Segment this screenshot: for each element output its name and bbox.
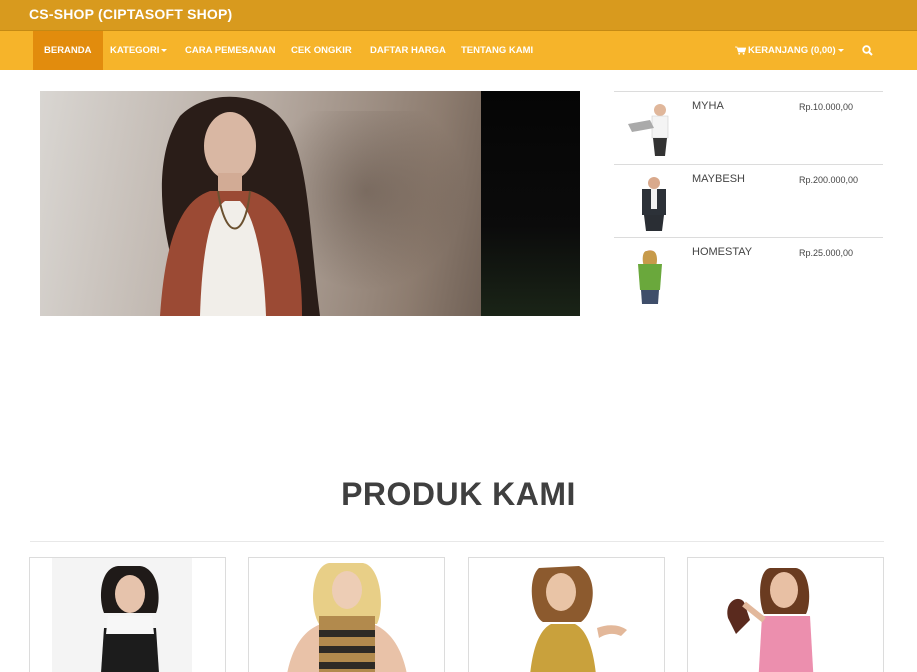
nav-beranda-label: BERANDA [44, 45, 92, 56]
product-name[interactable]: MYHA [692, 100, 724, 112]
nav-cek-ongkir[interactable]: CEK ONGKIR [291, 31, 352, 70]
nav-kategori[interactable]: KATEGORI [110, 31, 168, 70]
product-price: Rp.10.000,00 [799, 102, 854, 112]
cart-label: KERANJANG (0,00) [748, 45, 836, 56]
nav-beranda[interactable]: BERANDA [33, 31, 103, 70]
product-card[interactable] [29, 557, 226, 672]
product-name[interactable]: HOMESTAY [692, 246, 752, 258]
product-price: Rp.200.000,00 [799, 175, 859, 185]
product-price: Rp.25.000,00 [799, 248, 854, 258]
cart-dropdown[interactable]: KERANJANG (0,00) [735, 31, 844, 70]
chevron-down-icon [161, 48, 168, 52]
section-title: PRODUK KAMI [341, 476, 576, 512]
nav-cara-pemesanan[interactable]: CARA PEMESANAN [185, 31, 275, 70]
nav-cara-pemesanan-label: CARA PEMESANAN [185, 45, 276, 56]
search-button[interactable] [862, 31, 873, 70]
list-item[interactable]: MYHA Rp.10.000,00 [614, 91, 883, 164]
product-image [52, 558, 192, 672]
brand-bar: CS-SHOP (CIPTASOFT SHOP) [0, 0, 917, 31]
cart-icon [735, 46, 746, 55]
product-card[interactable] [468, 557, 665, 672]
product-thumbnail [628, 104, 669, 156]
hero-banner[interactable] [40, 91, 580, 316]
product-image [530, 566, 627, 672]
search-icon [862, 45, 873, 56]
section-divider [30, 541, 884, 542]
nav-daftar-harga[interactable]: DAFTAR HARGA [370, 31, 446, 70]
product-card[interactable] [248, 557, 445, 672]
product-thumbnail [638, 250, 662, 304]
list-item[interactable]: HOMESTAY Rp.25.000,00 [614, 237, 883, 310]
nav-daftar-harga-label: DAFTAR HARGA [370, 45, 446, 56]
list-item[interactable]: MAYBESH Rp.200.000,00 [614, 164, 883, 237]
hero-runway-panel [481, 91, 580, 316]
site-brand[interactable]: CS-SHOP (CIPTASOFT SHOP) [29, 6, 232, 22]
product-name[interactable]: MAYBESH [692, 173, 745, 185]
featured-product-list: MYHA Rp.10.000,00 MAYBESH Rp.200.000,00 … [614, 91, 883, 310]
nav-cek-ongkir-label: CEK ONGKIR [291, 45, 352, 56]
nav-tentang-kami[interactable]: TENTANG KAMI [461, 31, 533, 70]
nav-tentang-kami-label: TENTANG KAMI [461, 45, 534, 56]
main-navbar: BERANDA KATEGORI CARA PEMESANAN CEK ONGK… [0, 31, 917, 70]
product-thumbnail [642, 177, 666, 231]
product-card[interactable] [687, 557, 884, 672]
product-image [727, 568, 814, 672]
nav-kategori-label: KATEGORI [110, 45, 160, 56]
chevron-down-icon [837, 48, 844, 52]
product-image [287, 563, 407, 672]
